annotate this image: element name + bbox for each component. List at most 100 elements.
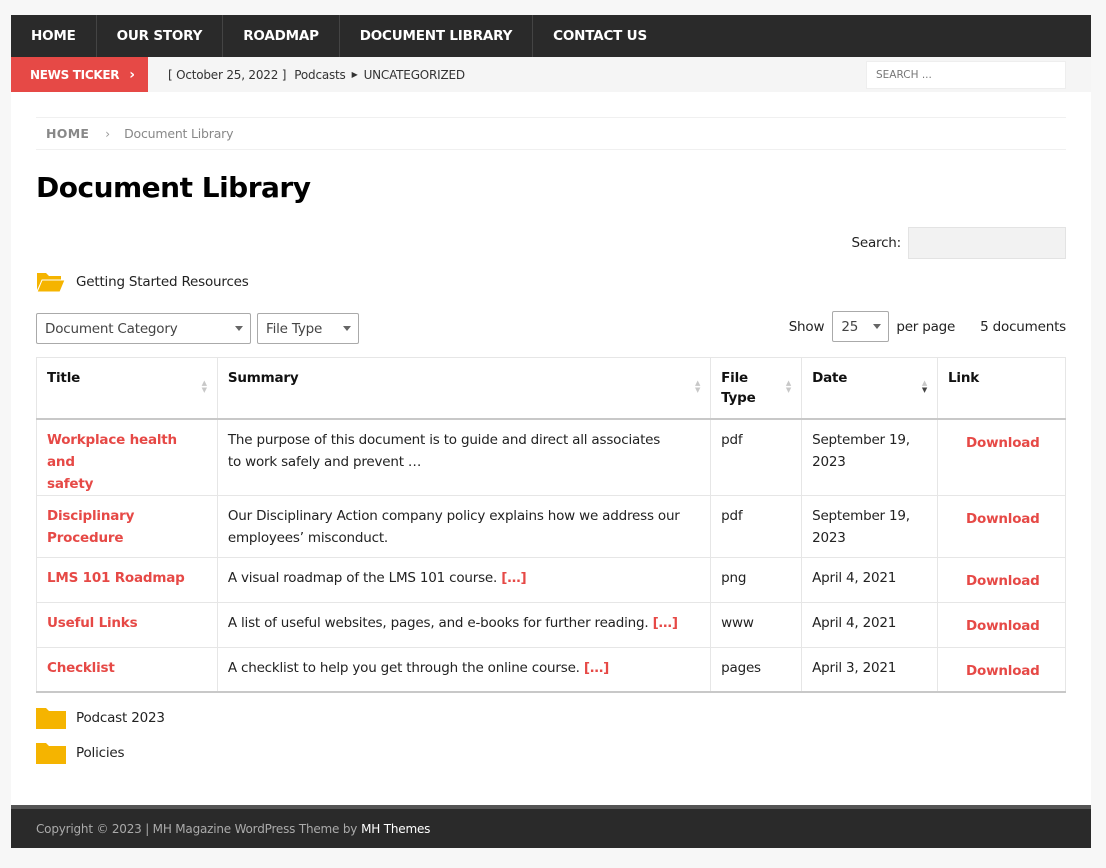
table-search: Search: — [851, 227, 1066, 259]
summary-text: A visual roadmap of the LMS 101 course. — [227, 569, 502, 586]
cell-file-type: pdf — [710, 418, 803, 496]
cell-date: April 4, 2021 — [801, 556, 938, 603]
nav-document-library[interactable]: DOCUMENT LIBRARY — [340, 15, 534, 57]
table-row: Disciplinary Procedure Our Disciplinary … — [36, 494, 1066, 558]
summary-line: Our Disciplinary Action company policy e… — [227, 507, 680, 524]
caret-down-icon — [873, 324, 882, 329]
column-date-label: Date — [812, 370, 848, 386]
column-title-label: Title — [47, 370, 81, 386]
table-search-label: Search: — [851, 235, 901, 251]
triangle-right-icon: ▶ — [351, 70, 358, 79]
footer: Copyright © 2023 | MH Magazine WordPress… — [11, 805, 1091, 848]
site-search-input[interactable]: SEARCH ... — [866, 61, 1066, 89]
document-category-select[interactable]: Document Category — [36, 313, 251, 344]
download-link[interactable]: Download — [937, 646, 1066, 693]
ticker-date: [ October 25, 2022 ] — [168, 67, 287, 82]
cell-file-type: png — [710, 556, 803, 603]
ticker-category[interactable]: UNCATEGORIZED — [364, 68, 466, 82]
nav-home[interactable]: HOME — [11, 15, 97, 57]
file-type-value: File Type — [266, 320, 323, 337]
summary-line: The purpose of this document is to guide… — [227, 431, 661, 448]
download-link[interactable]: Download — [937, 494, 1066, 558]
column-header-link: Link — [937, 357, 1066, 420]
site-search-placeholder: SEARCH ... — [876, 69, 932, 81]
document-title-link[interactable]: Checklist — [47, 657, 207, 679]
per-page-select[interactable]: 25 — [832, 311, 890, 342]
document-title-link[interactable]: Disciplinary Procedure — [47, 505, 207, 549]
per-page-value: 25 — [841, 318, 859, 335]
folder-label: Podcast 2023 — [76, 710, 165, 726]
column-header-date[interactable]: Date ▲ ▼ — [801, 357, 938, 420]
column-file-type-label-2: Type — [721, 390, 756, 406]
main-nav: HOME OUR STORY ROADMAP DOCUMENT LIBRARY … — [11, 15, 1091, 57]
table-row: Useful Links A list of useful websites, … — [36, 601, 1066, 648]
cell-file-type: www — [710, 601, 803, 648]
column-header-title[interactable]: Title ▲ ▼ — [36, 357, 218, 420]
summary-line: to work safely and prevent … — [227, 453, 422, 470]
read-more-link[interactable]: […] — [501, 570, 526, 586]
cell-summary: A checklist to help you get through the … — [216, 646, 712, 693]
breadcrumb: HOME › Document Library — [36, 117, 1066, 150]
cell-title: Useful Links — [36, 601, 218, 648]
sort-icon: ▲ ▼ — [694, 379, 701, 394]
table-header-row: Title ▲ ▼ Summary ▲ ▼ File Type ▲ ▼ Date ▲ ▼ — [36, 357, 1066, 420]
folder-getting-started[interactable]: Getting Started Resources — [36, 270, 249, 294]
cell-title: Checklist — [36, 646, 218, 693]
ticker-item[interactable]: [ October 25, 2022 ] Podcasts ▶ UNCATEGO… — [168, 68, 465, 82]
cell-date: April 3, 2021 — [801, 646, 938, 693]
folder-podcast-2023[interactable]: Podcast 2023 — [36, 706, 165, 730]
news-ticker-label: NEWS TICKER › — [11, 57, 148, 92]
cell-summary: A visual roadmap of the LMS 101 course. … — [216, 556, 712, 603]
footer-copyright: Copyright © 2023 | MH Magazine WordPress… — [36, 821, 358, 836]
download-link[interactable]: Download — [937, 418, 1066, 496]
cell-date: April 4, 2021 — [801, 601, 938, 648]
ticker-title[interactable]: Podcasts — [294, 68, 346, 82]
chevron-right-icon: › — [105, 126, 111, 141]
cell-title: Disciplinary Procedure — [36, 494, 218, 558]
cell-summary: The purpose of this document is to guide… — [216, 418, 712, 496]
folder-open-icon — [36, 273, 66, 293]
column-header-summary[interactable]: Summary ▲ ▼ — [216, 357, 712, 420]
column-link-label: Link — [948, 370, 980, 386]
document-title-link[interactable]: Workplace health and safety — [47, 429, 207, 495]
sort-icon: ▲ ▼ — [785, 379, 792, 394]
folder-icon — [36, 708, 66, 729]
folder-label: Getting Started Resources — [76, 274, 249, 290]
file-type-select[interactable]: File Type — [257, 313, 359, 344]
summary-text: A list of useful websites, pages, and e-… — [227, 614, 653, 631]
footer-theme-link[interactable]: MH Themes — [361, 822, 430, 836]
download-link[interactable]: Download — [937, 556, 1066, 603]
sort-desc-icon: ▲ ▼ — [921, 379, 927, 394]
folder-label: Policies — [76, 745, 125, 761]
document-title-link[interactable]: Useful Links — [47, 612, 207, 634]
news-ticker-label-text: NEWS TICKER — [30, 67, 120, 82]
table-row: LMS 101 Roadmap A visual roadmap of the … — [36, 556, 1066, 603]
column-summary-label: Summary — [227, 370, 299, 386]
sort-icon: ▲ ▼ — [201, 379, 207, 394]
document-table: Title ▲ ▼ Summary ▲ ▼ File Type ▲ ▼ Date ▲ ▼ — [36, 357, 1066, 693]
chevron-right-icon: › — [129, 66, 135, 83]
cell-summary: Our Disciplinary Action company policy e… — [216, 494, 712, 558]
column-header-file-type[interactable]: File Type ▲ ▼ — [710, 357, 803, 420]
page-title: Document Library — [36, 171, 311, 204]
folder-icon — [36, 743, 66, 764]
summary-text: A checklist to help you get through the … — [227, 659, 584, 676]
table-search-input[interactable] — [908, 227, 1066, 259]
summary-line: employees’ misconduct. — [227, 529, 389, 546]
cell-title: LMS 101 Roadmap — [36, 556, 218, 603]
download-link[interactable]: Download — [937, 601, 1066, 648]
document-title-link[interactable]: LMS 101 Roadmap — [47, 567, 207, 589]
cell-date: September 19, 2023 — [801, 494, 938, 558]
read-more-link[interactable]: […] — [584, 660, 609, 676]
read-more-link[interactable]: […] — [653, 615, 678, 631]
cell-file-type: pages — [710, 646, 803, 693]
nav-our-story[interactable]: OUR STORY — [97, 15, 224, 57]
table-row: Checklist A checklist to help you get th… — [36, 646, 1066, 693]
cell-date: September 19, 2023 — [801, 418, 938, 496]
caret-down-icon — [235, 326, 243, 331]
nav-roadmap[interactable]: ROADMAP — [223, 15, 340, 57]
breadcrumb-home[interactable]: HOME — [46, 126, 89, 141]
folder-policies[interactable]: Policies — [36, 741, 125, 765]
nav-contact-us[interactable]: CONTACT US — [533, 15, 667, 57]
filters: Document Category File Type — [36, 313, 365, 344]
